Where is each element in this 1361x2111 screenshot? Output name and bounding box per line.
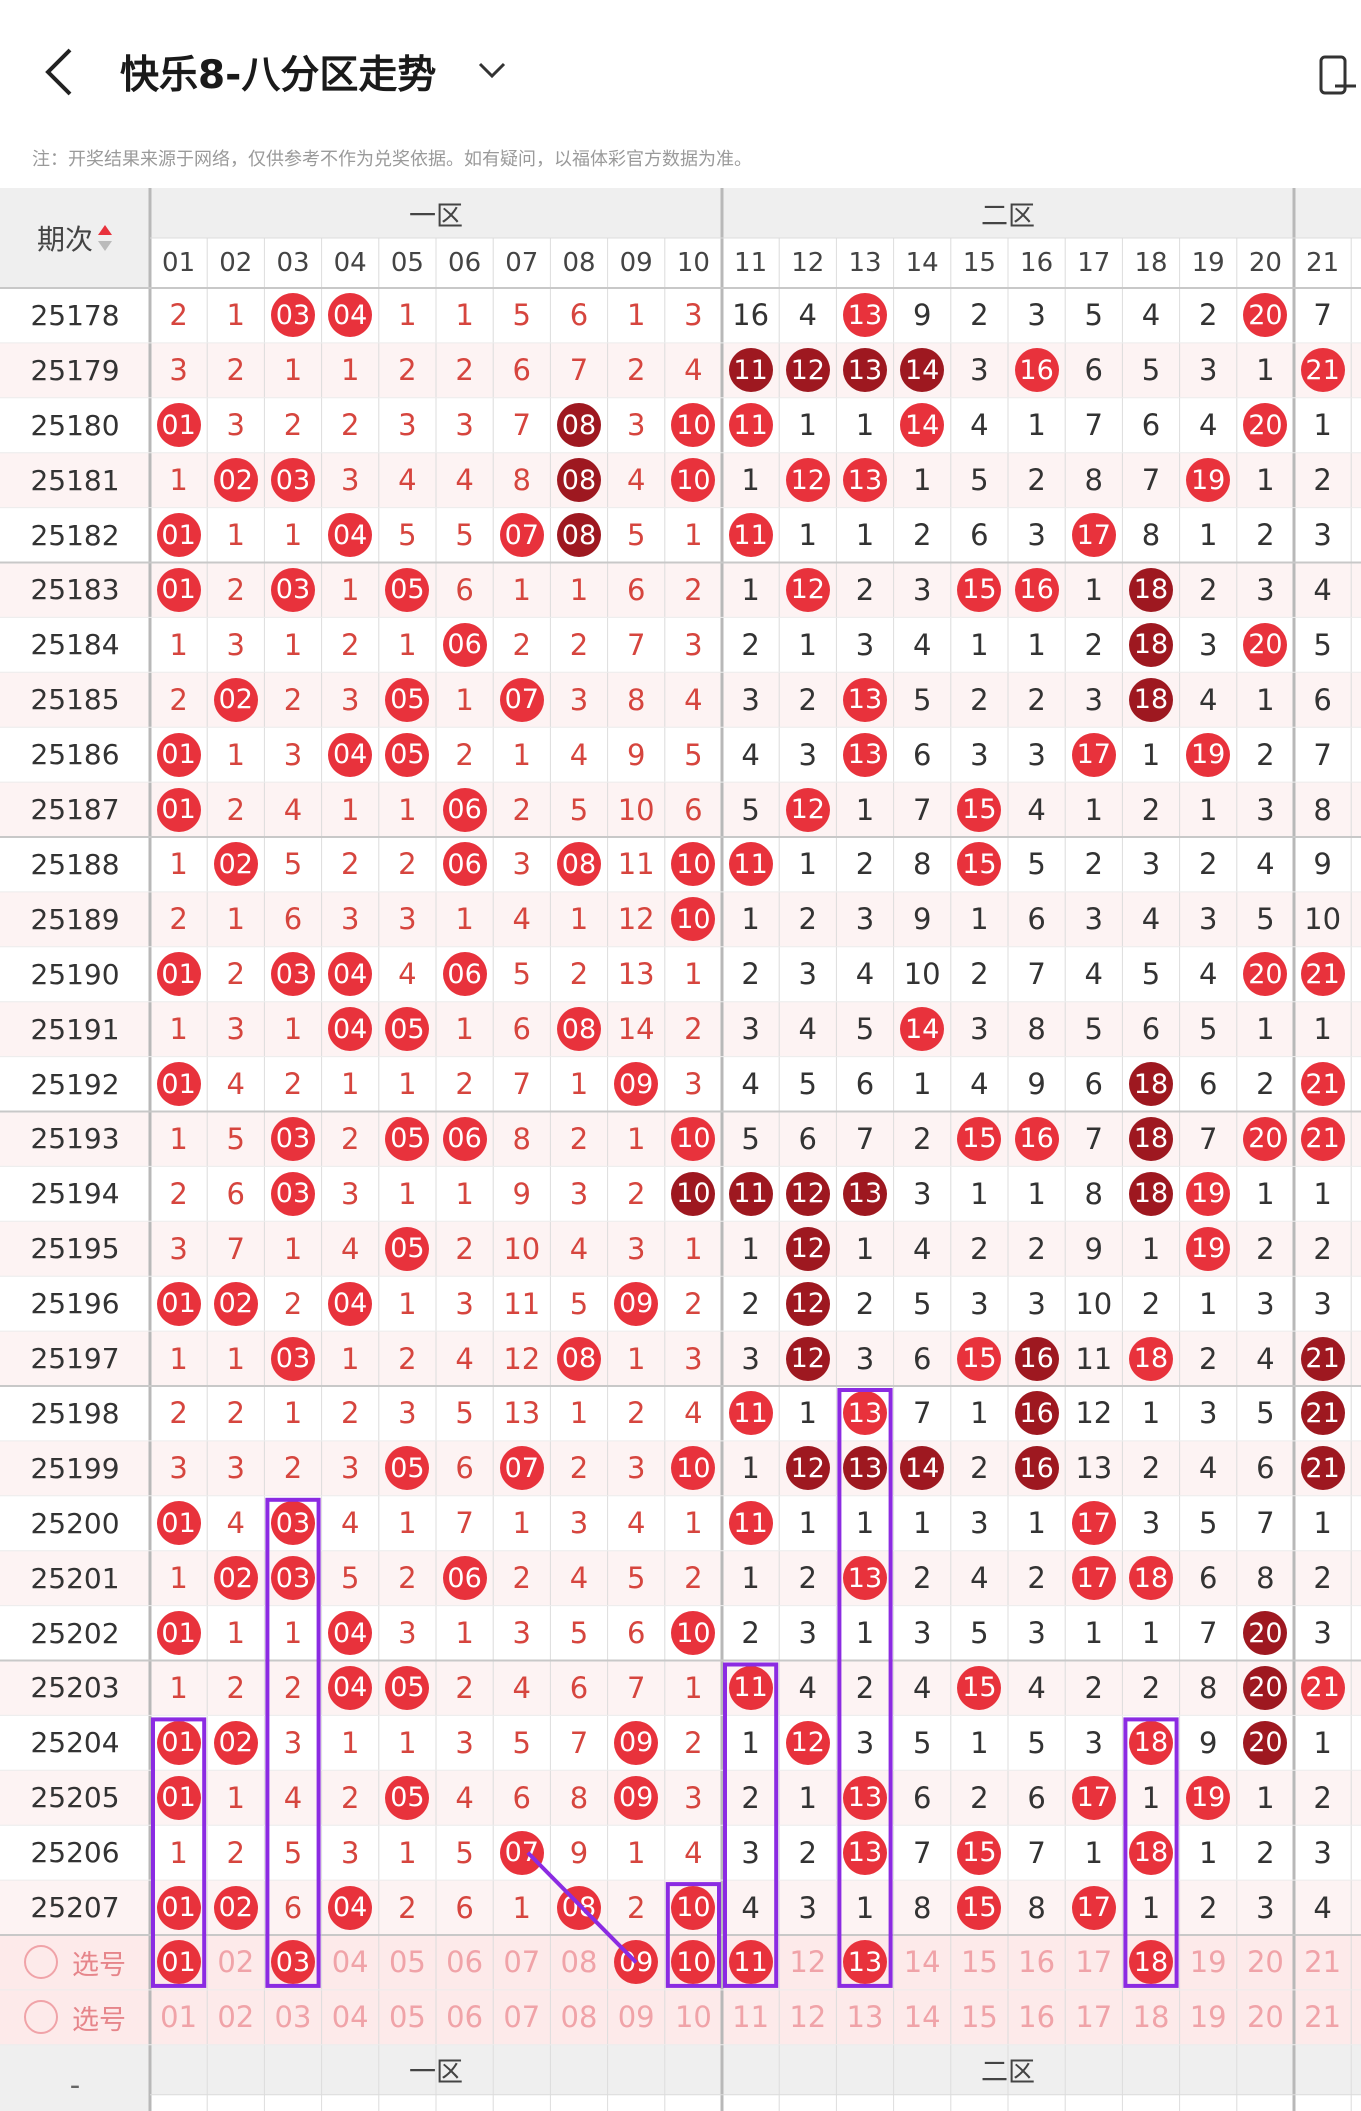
- highlight-box: [837, 1388, 893, 1988]
- title-dropdown-button[interactable]: [472, 50, 512, 90]
- trend-table: 期次 一区 二区 一区 二区 -01 02 03 04 05 06 07 08 09 10 11 12 13 14 1…: [0, 188, 1361, 2111]
- layout-toggle-button[interactable]: [1318, 54, 1358, 98]
- trend-connector-line: [526, 1851, 638, 1964]
- highlight-box: [265, 1497, 321, 1988]
- chevron-down-icon: [478, 62, 506, 79]
- highlight-box: [151, 1717, 207, 1988]
- disclaimer-notice: 注：开奖结果来源于网络，仅供参考不作为兑奖依据。如有疑问，以福体彩官方数据为准。: [32, 149, 752, 170]
- device-icon: [1319, 55, 1356, 95]
- back-button[interactable]: [36, 40, 92, 104]
- back-arrow-icon: [45, 48, 72, 96]
- highlight-box: [665, 1882, 721, 1988]
- page-title: 快乐8-八分区走势: [120, 53, 437, 98]
- highlight-overlay: [151, 1388, 1179, 1988]
- top-bar: 快乐8-八分区走势 注：开奖结果来源于网络，仅供参考不作为兑奖依据。如有疑问，以…: [0, 0, 1361, 170]
- highlight-box: [723, 1662, 779, 1988]
- highlight-box: [1123, 1717, 1179, 1988]
